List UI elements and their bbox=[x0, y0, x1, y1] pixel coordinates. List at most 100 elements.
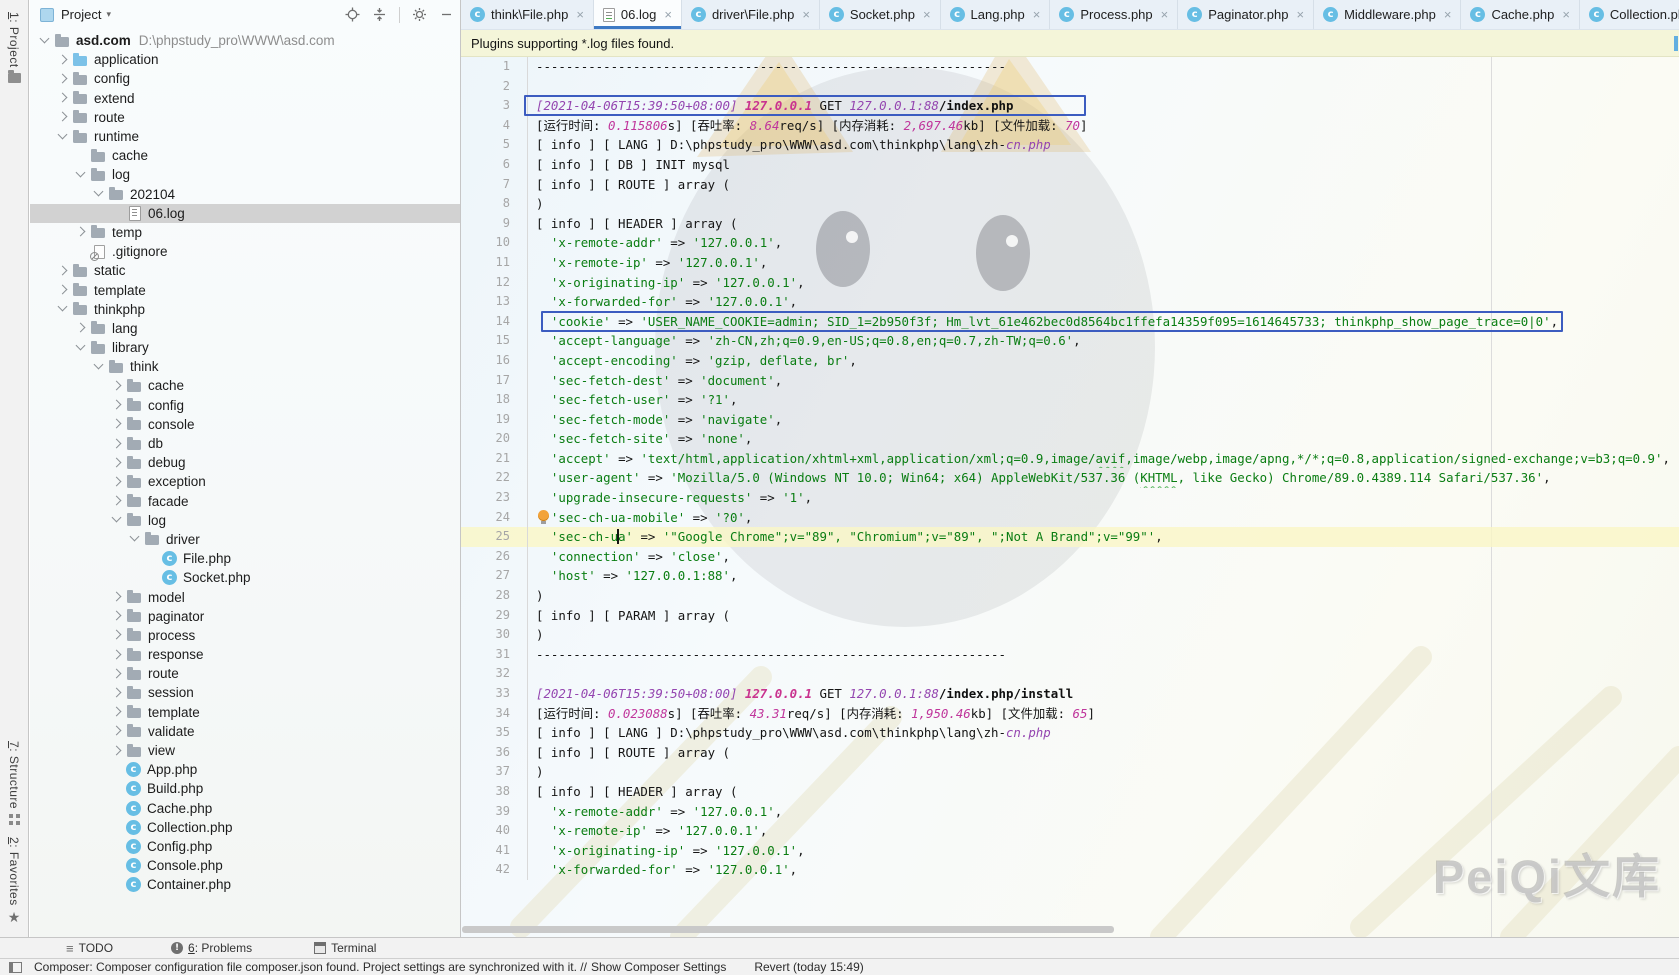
chevron-collapsed-icon[interactable] bbox=[110, 706, 122, 718]
tree-item-debug[interactable]: debug bbox=[30, 453, 460, 472]
chevron-collapsed-icon[interactable] bbox=[110, 495, 122, 507]
chevron-expanded-icon[interactable] bbox=[92, 188, 104, 200]
tab-socket-php[interactable]: cSocket.php× bbox=[820, 0, 941, 29]
tree-item-view[interactable]: view bbox=[30, 741, 460, 760]
tree-item-asd-com[interactable]: asd.comD:\phpstudy_pro\WWW\asd.com bbox=[30, 31, 460, 50]
tree-item-extend[interactable]: extend bbox=[30, 89, 460, 108]
log-line-16[interactable]: 16 'accept-encoding' => 'gzip, deflate, … bbox=[461, 351, 1679, 371]
tree-item--gitignore[interactable]: .gitignore bbox=[30, 242, 460, 261]
show-composer-settings-link[interactable]: Show Composer Settings bbox=[591, 960, 726, 974]
tree-item-driver[interactable]: driver bbox=[30, 530, 460, 549]
tab-06-log[interactable]: 06.log× bbox=[594, 0, 682, 29]
tree-item-validate[interactable]: validate bbox=[30, 722, 460, 741]
log-line-38[interactable]: 38[ info ] [ HEADER ] array ( bbox=[461, 782, 1679, 802]
log-line-39[interactable]: 39 'x-remote-addr' => '127.0.0.1', bbox=[461, 802, 1679, 822]
tree-item-cache[interactable]: cache bbox=[30, 376, 460, 395]
log-line-37[interactable]: 37) bbox=[461, 762, 1679, 782]
tree-item-config[interactable]: config bbox=[30, 396, 460, 415]
chevron-collapsed-icon[interactable] bbox=[110, 610, 122, 622]
locate-file-icon[interactable] bbox=[345, 7, 360, 22]
tree-item-library[interactable]: library bbox=[30, 338, 460, 357]
tree-item-collection-php[interactable]: Collection.php bbox=[30, 818, 460, 837]
banner-action-icon[interactable] bbox=[1674, 36, 1678, 51]
gear-icon[interactable] bbox=[412, 7, 427, 22]
tab-process-php[interactable]: cProcess.php× bbox=[1050, 0, 1178, 29]
log-line-15[interactable]: 15 'accept-language' => 'zh-CN,zh;q=0.9,… bbox=[461, 331, 1679, 351]
todo-toolwindow-button[interactable]: ≡ TODO bbox=[66, 941, 113, 956]
log-line-13[interactable]: 13 'x-forwarded-for' => '127.0.0.1', bbox=[461, 292, 1679, 312]
tab-think-file-php[interactable]: cthink\File.php× bbox=[461, 0, 594, 29]
tree-item-route[interactable]: route bbox=[30, 664, 460, 683]
log-line-35[interactable]: 35[ info ] [ LANG ] D:\phpstudy_pro\WWW\… bbox=[461, 723, 1679, 743]
chevron-collapsed-icon[interactable] bbox=[74, 226, 86, 238]
log-line-7[interactable]: 7[ info ] [ ROUTE ] array ( bbox=[461, 175, 1679, 195]
log-line-30[interactable]: 30) bbox=[461, 625, 1679, 645]
log-line-22[interactable]: 22 'user-agent' => 'Mozilla/5.0 (Windows… bbox=[461, 468, 1679, 488]
log-line-32[interactable]: 32 bbox=[461, 664, 1679, 684]
chevron-collapsed-icon[interactable] bbox=[110, 457, 122, 469]
chevron-collapsed-icon[interactable] bbox=[110, 629, 122, 641]
tab-driver-file-php[interactable]: cdriver\File.php× bbox=[682, 0, 820, 29]
close-icon[interactable]: × bbox=[1296, 7, 1304, 22]
terminal-toolwindow-button[interactable]: Terminal bbox=[314, 941, 376, 955]
close-icon[interactable]: × bbox=[802, 7, 810, 22]
chevron-collapsed-icon[interactable] bbox=[110, 668, 122, 680]
chevron-expanded-icon[interactable] bbox=[74, 342, 86, 354]
tree-item-console[interactable]: console bbox=[30, 415, 460, 434]
tab-lang-php[interactable]: cLang.php× bbox=[941, 0, 1051, 29]
tree-item-06-log[interactable]: 06.log bbox=[30, 204, 460, 223]
revert-link[interactable]: Revert (today 15:49) bbox=[754, 960, 863, 974]
tree-item-cache[interactable]: cache bbox=[30, 146, 460, 165]
log-line-12[interactable]: 12 'x-originating-ip' => '127.0.0.1', bbox=[461, 273, 1679, 293]
log-line-9[interactable]: 9[ info ] [ HEADER ] array ( bbox=[461, 214, 1679, 234]
collapse-all-icon[interactable] bbox=[372, 7, 387, 22]
chevron-expanded-icon[interactable] bbox=[56, 131, 68, 143]
tree-item-build-php[interactable]: Build.php bbox=[30, 779, 460, 798]
tree-item-session[interactable]: session bbox=[30, 683, 460, 702]
hide-panel-icon[interactable] bbox=[439, 7, 454, 22]
tree-item-thinkphp[interactable]: thinkphp bbox=[30, 300, 460, 319]
chevron-collapsed-icon[interactable] bbox=[56, 73, 68, 85]
tree-item-container-php[interactable]: Container.php bbox=[30, 875, 460, 894]
tree-item-route[interactable]: route bbox=[30, 108, 460, 127]
log-text-area[interactable]: 1---------------------------------------… bbox=[461, 57, 1679, 937]
chevron-collapsed-icon[interactable] bbox=[110, 418, 122, 430]
log-line-3[interactable]: 3[2021-04-06T15:39:50+08:00] 127.0.0.1 G… bbox=[461, 96, 1679, 116]
chevron-collapsed-icon[interactable] bbox=[110, 725, 122, 737]
chevron-collapsed-icon[interactable] bbox=[56, 92, 68, 104]
close-icon[interactable]: × bbox=[1161, 7, 1169, 22]
toolwindow-button--structure[interactable]: 7: Structure bbox=[7, 735, 21, 831]
intention-bulb-icon[interactable] bbox=[538, 510, 549, 521]
chevron-expanded-icon[interactable] bbox=[128, 533, 140, 545]
project-panel-title[interactable]: Project bbox=[61, 7, 101, 22]
horizontal-scrollbar[interactable] bbox=[462, 926, 1114, 933]
log-line-27[interactable]: 27 'host' => '127.0.0.1:88', bbox=[461, 566, 1679, 586]
tree-item-facade[interactable]: facade bbox=[30, 492, 460, 511]
chevron-collapsed-icon[interactable] bbox=[56, 111, 68, 123]
tree-item-file-php[interactable]: File.php bbox=[30, 549, 460, 568]
tree-item-log[interactable]: log bbox=[30, 165, 460, 184]
log-line-34[interactable]: 34[运行时间: 0.023088s] [吞吐率: 43.31req/s] [内… bbox=[461, 704, 1679, 724]
chevron-collapsed-icon[interactable] bbox=[110, 438, 122, 450]
close-icon[interactable]: × bbox=[1033, 7, 1041, 22]
log-line-23[interactable]: 23 'upgrade-insecure-requests' => '1', bbox=[461, 488, 1679, 508]
log-line-28[interactable]: 28) bbox=[461, 586, 1679, 606]
tree-item-template[interactable]: template bbox=[30, 280, 460, 299]
log-line-17[interactable]: 17 'sec-fetch-dest' => 'document', bbox=[461, 371, 1679, 391]
tree-item-static[interactable]: static bbox=[30, 261, 460, 280]
tab-paginator-php[interactable]: cPaginator.php× bbox=[1178, 0, 1314, 29]
chevron-collapsed-icon[interactable] bbox=[110, 687, 122, 699]
close-icon[interactable]: × bbox=[1444, 7, 1452, 22]
tree-item-log[interactable]: log bbox=[30, 511, 460, 530]
log-line-25[interactable]: 25 'sec-ch-ua' => '"Google Chrome";v="89… bbox=[461, 527, 1679, 547]
chevron-collapsed-icon[interactable] bbox=[110, 649, 122, 661]
chevron-collapsed-icon[interactable] bbox=[56, 265, 68, 277]
tree-item-app-php[interactable]: App.php bbox=[30, 760, 460, 779]
tree-item-response[interactable]: response bbox=[30, 645, 460, 664]
log-line-19[interactable]: 19 'sec-fetch-mode' => 'navigate', bbox=[461, 410, 1679, 430]
log-line-4[interactable]: 4[运行时间: 0.115806s] [吞吐率: 8.64req/s] [内存消… bbox=[461, 116, 1679, 136]
tree-item-202104[interactable]: 202104 bbox=[30, 185, 460, 204]
chevron-collapsed-icon[interactable] bbox=[56, 284, 68, 296]
chevron-collapsed-icon[interactable] bbox=[74, 322, 86, 334]
tree-item-cache-php[interactable]: Cache.php bbox=[30, 799, 460, 818]
